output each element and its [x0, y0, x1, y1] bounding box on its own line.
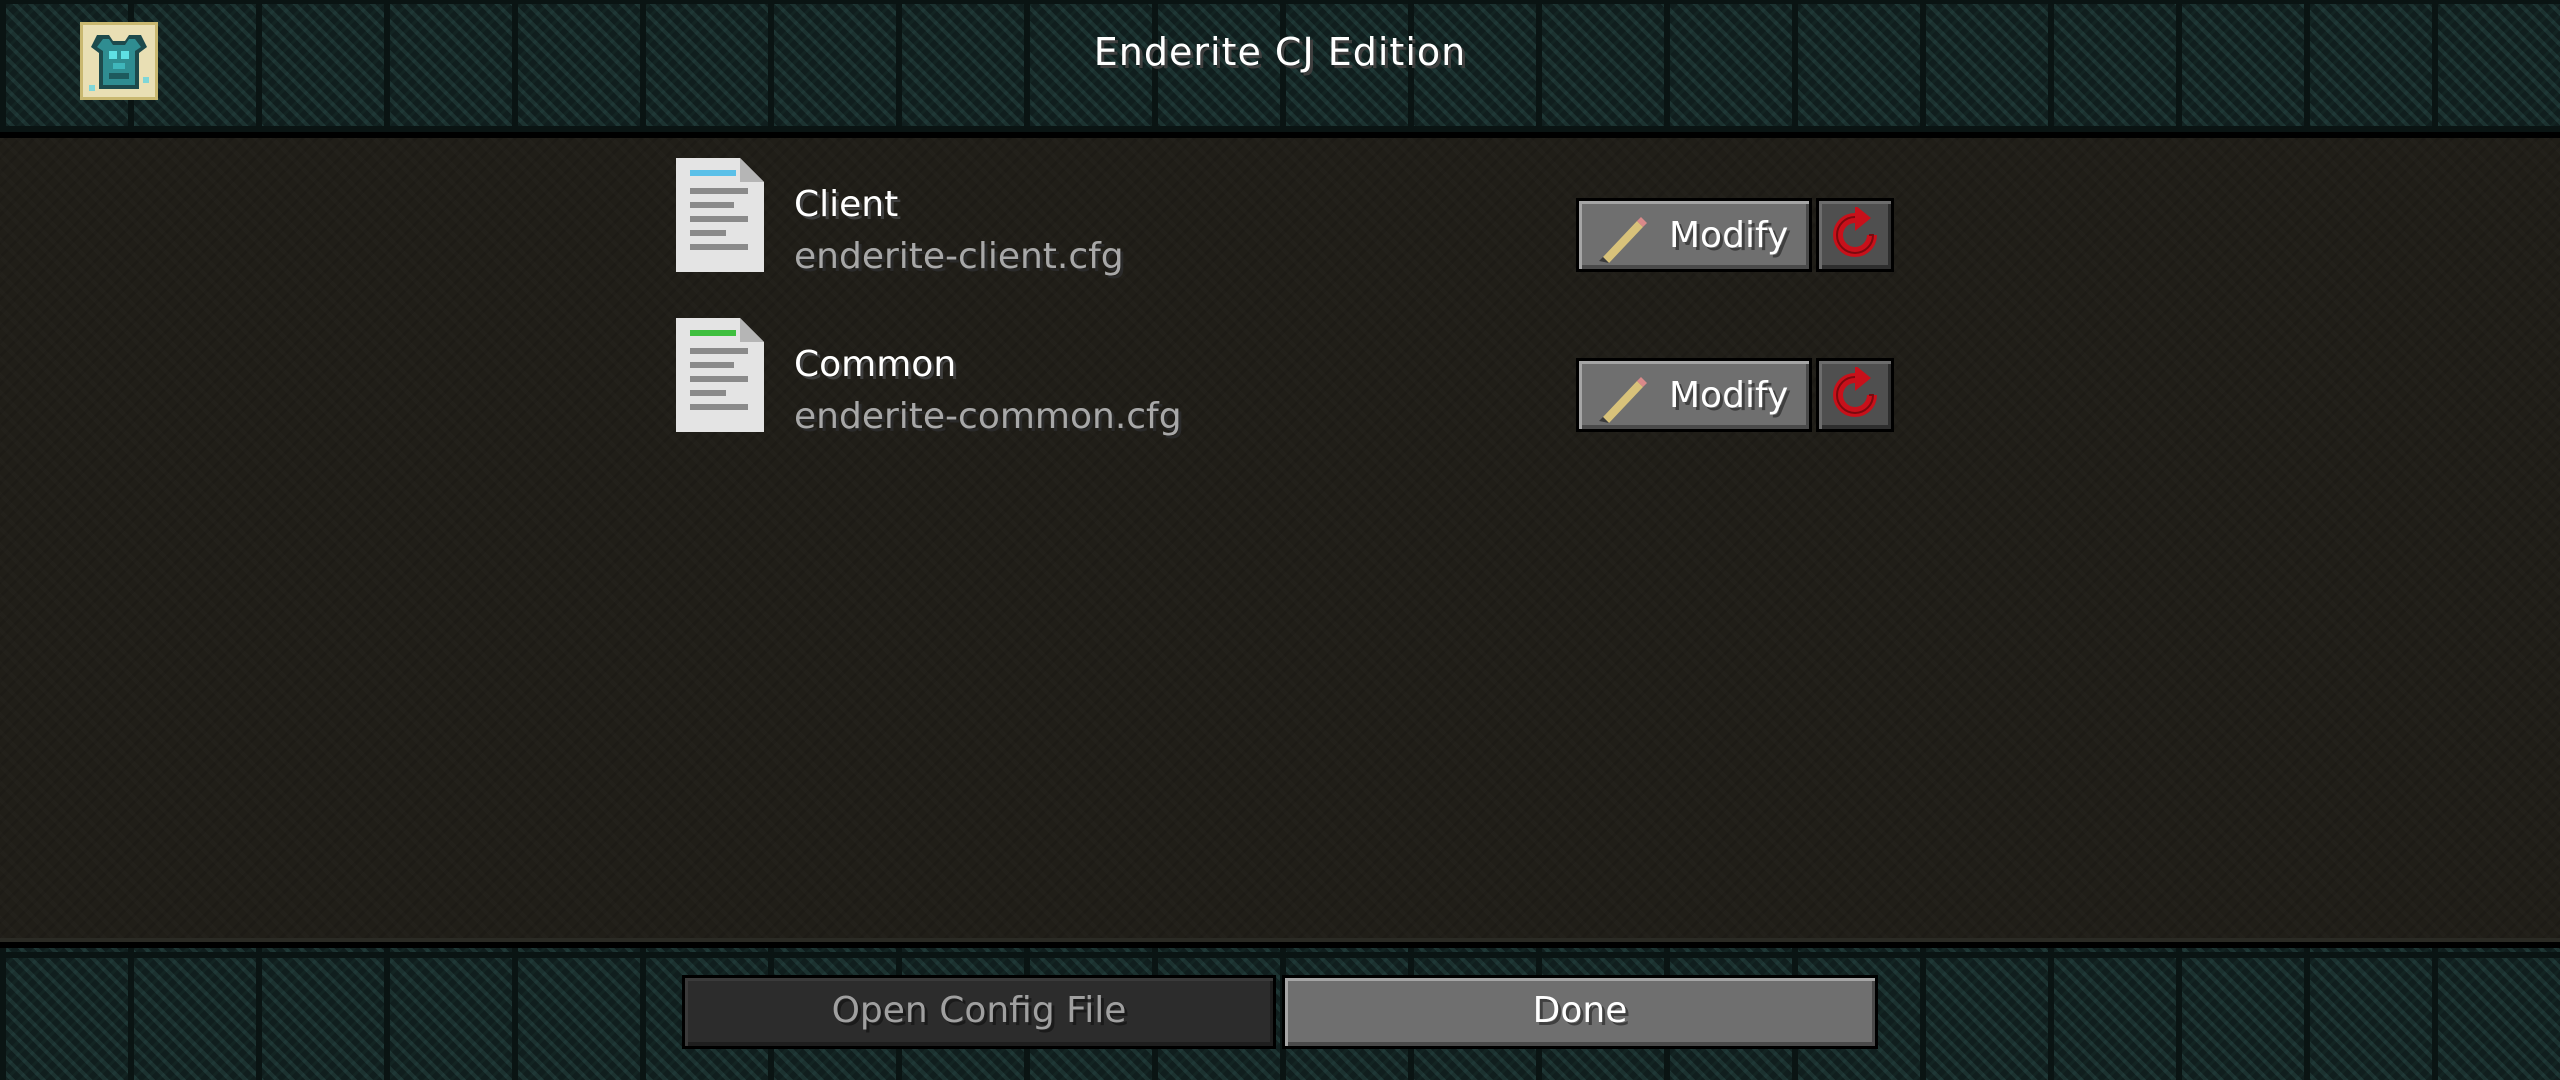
reset-button-client[interactable]: [1816, 198, 1894, 272]
header-bar: Enderite CJ Edition: [0, 0, 2560, 138]
config-row-client: Client enderite-client.cfg Modify: [676, 158, 1896, 278]
pencil-icon: [1599, 217, 1647, 263]
reset-icon: [1833, 367, 1877, 417]
open-config-file-button[interactable]: Open Config File: [682, 975, 1276, 1049]
config-screen: Enderite CJ Edition Client enderite-clie…: [0, 0, 2560, 1080]
modify-button-common[interactable]: Modify: [1576, 358, 1812, 432]
config-filename: enderite-client.cfg: [794, 236, 1124, 277]
done-button[interactable]: Done: [1282, 975, 1878, 1049]
page-title: Enderite CJ Edition: [1093, 30, 1467, 74]
config-title: Common: [794, 344, 957, 385]
modify-label: Modify: [1669, 215, 1789, 256]
config-row-common: Common enderite-common.cfg Modify: [676, 318, 1896, 438]
reset-icon: [1833, 207, 1877, 257]
pencil-icon: [1599, 377, 1647, 423]
modify-button-client[interactable]: Modify: [1576, 198, 1812, 272]
reset-button-common[interactable]: [1816, 358, 1894, 432]
config-list: Client enderite-client.cfg Modify Common…: [0, 138, 2560, 938]
modify-label: Modify: [1669, 375, 1789, 416]
config-filename: enderite-common.cfg: [794, 396, 1182, 437]
file-icon: [676, 318, 764, 432]
footer-bar: [0, 942, 2560, 1080]
config-title: Client: [794, 184, 899, 225]
file-icon: [676, 158, 764, 272]
